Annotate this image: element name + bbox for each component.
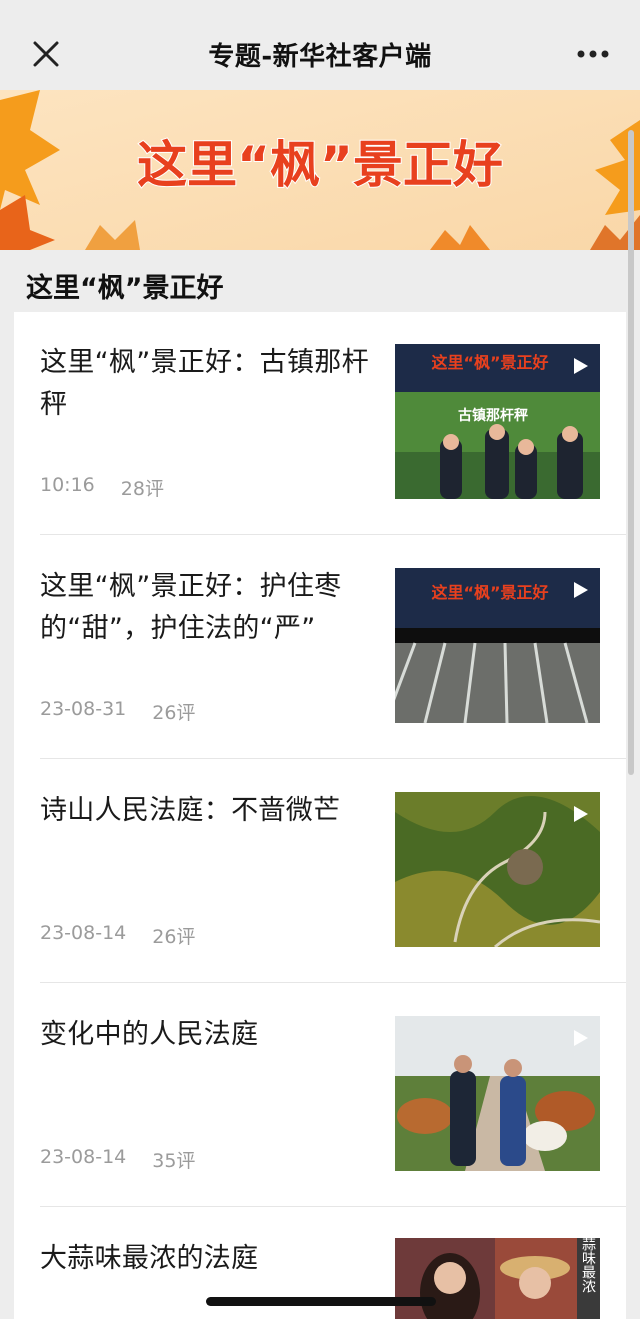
article-item[interactable]: 这里“枫”景正好：护住枣的“甜”，护住法的“严” 23-08-31 26评 这里… bbox=[40, 536, 614, 759]
divider bbox=[40, 1206, 626, 1207]
article-comments: 26评 bbox=[152, 702, 196, 724]
more-dots-icon[interactable] bbox=[576, 42, 610, 66]
page-title: 专题-新华社客户端 bbox=[208, 41, 432, 72]
play-icon bbox=[574, 1030, 588, 1046]
close-icon[interactable] bbox=[30, 38, 62, 70]
article-meta: 23-08-31 26评 bbox=[40, 698, 195, 725]
article-meta: 23-08-14 26评 bbox=[40, 922, 195, 949]
divider bbox=[40, 534, 626, 535]
article-meta: 23-08-14 35评 bbox=[40, 1146, 195, 1173]
topic-banner: 这里“枫”景正好 bbox=[0, 90, 640, 250]
banner-title: 这里“枫”景正好 bbox=[137, 136, 503, 194]
article-time: 23-08-31 bbox=[40, 698, 127, 720]
thumbnail-logo: 这里“枫”景正好 bbox=[431, 583, 548, 602]
article-comments: 35评 bbox=[152, 1150, 196, 1172]
article-thumbnail[interactable]: 这里“枫”景正好 bbox=[395, 568, 600, 723]
section-title: 这里“枫”景正好 bbox=[26, 273, 224, 304]
article-title: 变化中的人民法庭 bbox=[40, 1019, 259, 1050]
article-time: 10:16 bbox=[40, 474, 95, 496]
article-thumbnail[interactable] bbox=[395, 792, 600, 947]
article-title: 诗山人民法庭：不啬微芒 bbox=[40, 795, 341, 826]
divider bbox=[40, 982, 626, 983]
article-meta: 10:16 28评 bbox=[40, 474, 164, 501]
article-thumbnail[interactable]: 大蒜味最浓 bbox=[395, 1238, 600, 1319]
top-nav-bar: 专题-新华社客户端 bbox=[0, 0, 640, 90]
article-title: 这里“枫”景正好：护住枣的“甜”，护住法的“严” bbox=[40, 571, 342, 644]
article-time: 23-08-14 bbox=[40, 1146, 127, 1168]
play-icon bbox=[574, 358, 588, 374]
thumbnail-logo: 这里“枫”景正好 bbox=[431, 353, 548, 372]
article-comments: 26评 bbox=[152, 926, 196, 948]
divider bbox=[40, 758, 626, 759]
article-title: 大蒜味最浓的法庭 bbox=[40, 1243, 259, 1274]
article-thumbnail[interactable] bbox=[395, 1016, 600, 1171]
play-icon bbox=[574, 582, 588, 598]
play-icon bbox=[574, 806, 588, 822]
article-thumbnail[interactable]: 这里“枫”景正好 古镇那杆秤 bbox=[395, 344, 600, 499]
home-indicator bbox=[206, 1297, 436, 1306]
thumbnail-side-text: 大蒜味最浓 bbox=[580, 1238, 596, 1293]
article-title: 这里“枫”景正好：古镇那杆秤 bbox=[40, 347, 369, 420]
article-time: 23-08-14 bbox=[40, 922, 127, 944]
article-item[interactable]: 变化中的人民法庭 23-08-14 35评 bbox=[40, 984, 614, 1207]
article-list: 这里“枫”景正好：古镇那杆秤 10:16 28评 这里“枫”景正好 古镇那杆秤 … bbox=[14, 312, 626, 1319]
article-item[interactable]: 这里“枫”景正好：古镇那杆秤 10:16 28评 这里“枫”景正好 古镇那杆秤 bbox=[40, 312, 614, 535]
article-item[interactable]: 诗山人民法庭：不啬微芒 23-08-14 26评 bbox=[40, 760, 614, 983]
article-comments: 28评 bbox=[120, 478, 164, 500]
scrollbar[interactable] bbox=[628, 130, 634, 775]
thumbnail-caption: 古镇那杆秤 bbox=[458, 407, 528, 424]
